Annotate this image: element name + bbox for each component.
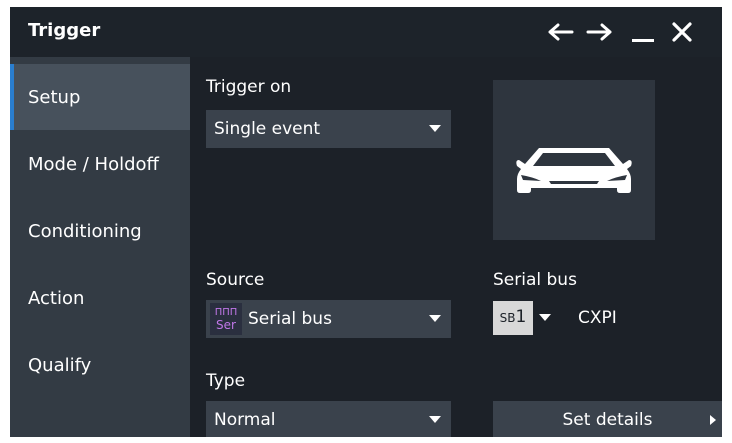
forward-arrow-icon[interactable] [583,17,615,47]
type-label: Type [206,371,246,391]
chevron-down-icon [429,125,441,132]
set-details-button[interactable]: Set details [493,401,722,437]
source-dropdown[interactable]: ΠΠΠ Ser Serial bus [206,300,451,338]
sidebar-item-label: Conditioning [28,220,142,242]
sidebar: Setup Mode / Holdoff Conditioning Action… [10,57,190,437]
minimize-icon[interactable] [627,17,659,47]
serial-bus-selector[interactable]: SB 1 [493,300,563,336]
trigger-on-value: Single event [214,119,321,139]
sidebar-item-label: Qualify [28,354,92,376]
setup-panel: Trigger on Single event Source ΠΠΠ Ser S… [190,57,722,437]
sidebar-item-label: Mode / Holdoff [28,153,159,175]
sidebar-item-label: Action [28,287,85,309]
back-arrow-icon[interactable] [545,17,577,47]
trigger-dialog: Trigger Setup Mode / Holdoff Conditionin… [10,7,722,437]
sidebar-item-mode-holdoff[interactable]: Mode / Holdoff [10,131,190,197]
source-value: Serial bus [248,309,332,329]
car-icon [516,148,632,193]
source-label: Source [206,270,265,290]
serial-bus-label: Serial bus [493,270,577,290]
trigger-on-label: Trigger on [206,77,292,97]
type-dropdown[interactable]: Normal [206,401,451,437]
set-details-label: Set details [562,410,653,430]
serial-bus-icon: ΠΠΠ Ser [210,303,242,335]
sidebar-item-setup[interactable]: Setup [10,64,190,130]
chevron-down-icon [429,315,441,322]
car-image-panel [493,80,655,240]
type-value: Normal [214,410,276,430]
sidebar-item-qualify[interactable]: Qualify [10,332,190,398]
sidebar-item-label: Setup [28,86,81,108]
chevron-down-icon [539,314,551,321]
sidebar-item-action[interactable]: Action [10,265,190,331]
chevron-down-icon [429,416,441,423]
serial-bus-badge: SB 1 [493,301,533,335]
chevron-right-icon [710,415,716,425]
sidebar-item-conditioning[interactable]: Conditioning [10,198,190,264]
close-icon[interactable] [666,17,698,47]
dialog-title: Trigger [28,20,101,41]
trigger-on-dropdown[interactable]: Single event [206,110,451,148]
title-bar: Trigger [10,7,722,57]
serial-bus-protocol: CXPI [578,308,617,328]
